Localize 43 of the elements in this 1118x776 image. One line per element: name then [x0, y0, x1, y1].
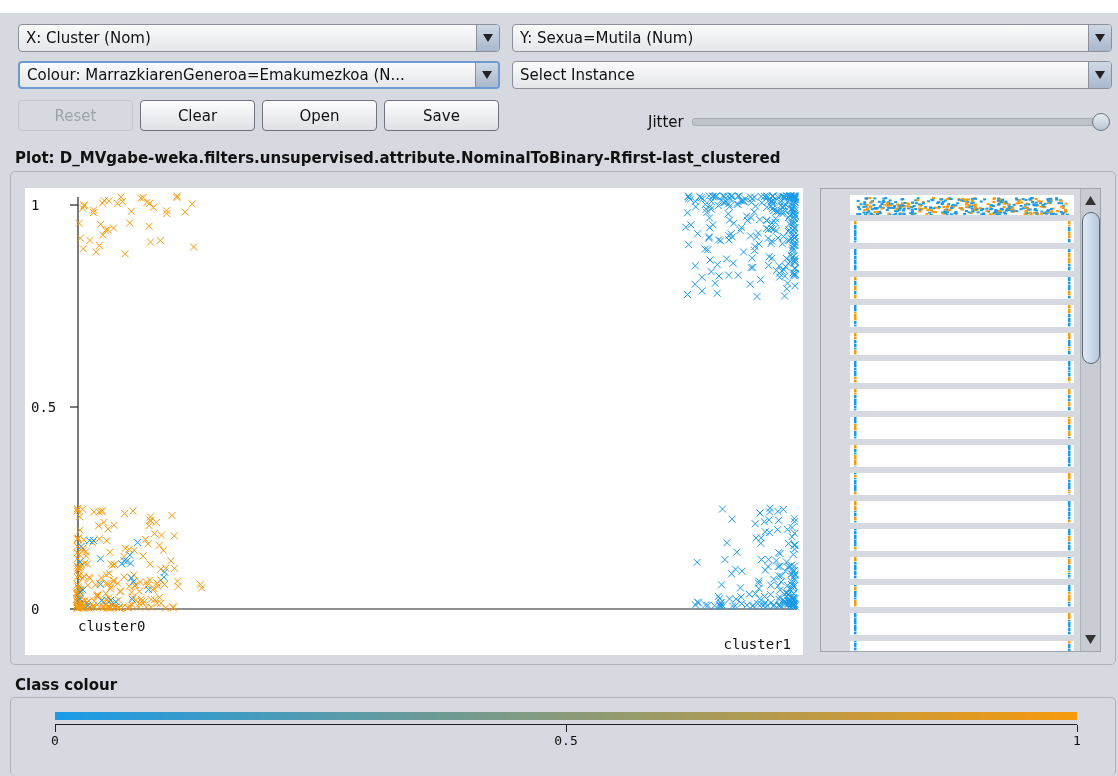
y-tick-label: 0.5	[31, 399, 57, 415]
attribute-bar[interactable]	[850, 585, 1074, 607]
toolbar-button[interactable]: Save	[384, 100, 499, 131]
attribute-bar[interactable]	[850, 613, 1074, 635]
colour-scale-label: 0	[51, 733, 59, 748]
dropdown[interactable]: X: Cluster (Nom)	[18, 24, 500, 52]
toolbar-button[interactable]: Open	[262, 100, 377, 131]
attribute-bar[interactable]	[850, 277, 1074, 299]
attribute-bar[interactable]	[850, 557, 1074, 579]
colour-scale-label: 0.5	[554, 733, 578, 748]
scrollbar[interactable]	[1080, 189, 1100, 651]
caret-icon	[1095, 71, 1105, 79]
scroll-thumb[interactable]	[1081, 212, 1100, 364]
dropdown[interactable]: Colour: MarrazkiarenGeneroa=Emakumezkoa (N...	[18, 61, 500, 89]
attribute-bar[interactable]	[850, 333, 1074, 355]
dropdown[interactable]: Select Instance	[512, 61, 1112, 89]
attribute-bar[interactable]	[850, 529, 1074, 551]
x-category-label: cluster0	[78, 618, 146, 634]
toolbar-button[interactable]: Clear	[140, 100, 255, 131]
jitter-label: Jitter	[648, 113, 684, 131]
jitter-slider[interactable]	[691, 113, 1110, 131]
colour-scale-label: 1	[1073, 733, 1081, 748]
attribute-bar[interactable]	[850, 445, 1074, 467]
y-tick-label: 1	[31, 197, 40, 213]
dropdown[interactable]: Y: Sexua=Mutila (Num)	[512, 24, 1112, 52]
class-colour-title: Class colour	[14, 675, 119, 695]
scroll-up-icon[interactable]	[1085, 196, 1096, 205]
caret-icon	[483, 34, 493, 42]
attribute-bar[interactable]	[850, 361, 1074, 383]
attribute-bar[interactable]	[850, 417, 1074, 439]
attribute-bar[interactable]	[850, 473, 1074, 495]
caret-icon	[482, 71, 492, 79]
caret-icon	[1095, 34, 1105, 42]
attribute-bar[interactable]	[850, 501, 1074, 523]
x-category-label: cluster1	[723, 636, 791, 652]
attribute-bar[interactable]	[850, 221, 1074, 243]
scroll-down-icon[interactable]	[1085, 635, 1096, 644]
plot-title: Plot: D_MVgabe-weka.filters.unsupervised.attribute.NominalToBinary-Rfirst-last_clustered	[14, 148, 782, 168]
attribute-bar[interactable]	[850, 389, 1074, 411]
y-tick-label: 0	[31, 601, 40, 617]
attribute-bar[interactable]	[850, 195, 1074, 215]
attribute-bar[interactable]	[850, 249, 1074, 271]
attribute-bar[interactable]	[850, 305, 1074, 327]
